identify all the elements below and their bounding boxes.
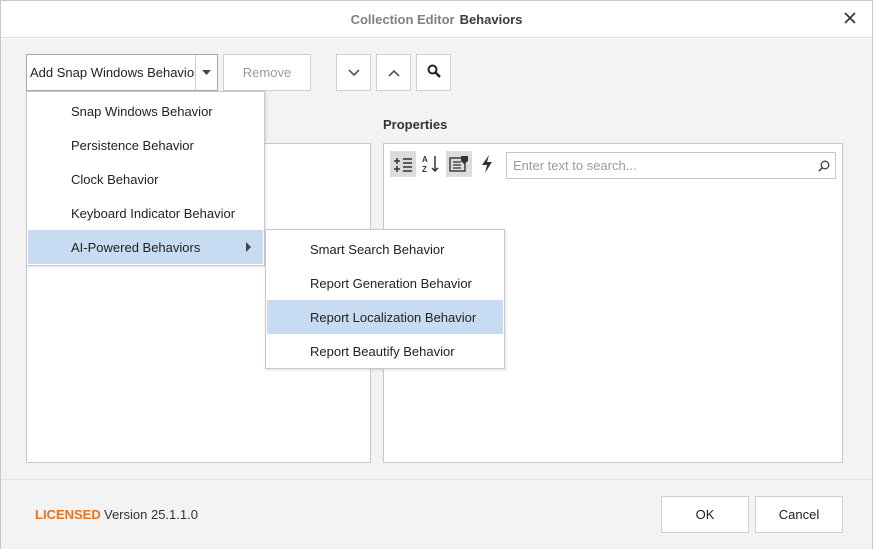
menu-item-snap-windows[interactable]: Snap Windows Behavior — [28, 94, 263, 128]
menu-item-label: Report Localization Behavior — [310, 309, 477, 325]
menu-item-persistence[interactable]: Persistence Behavior — [28, 128, 263, 162]
menu-item-label: AI-Powered Behaviors — [71, 239, 201, 255]
menu-item-label: Report Beautify Behavior — [310, 343, 455, 359]
alphabetical-icon[interactable]: A Z — [418, 151, 444, 177]
property-pages-icon[interactable] — [446, 151, 472, 177]
property-search-box[interactable] — [506, 152, 836, 179]
title-bar: Collection Editor Behaviors — [1, 1, 872, 38]
submenu-arrow-icon — [246, 242, 251, 252]
chevron-up-icon — [387, 65, 400, 80]
ai-powered-submenu: Smart Search Behavior Report Generation … — [265, 229, 505, 369]
licensed-badge: LICENSED — [35, 507, 101, 522]
menu-item-label: Report Generation Behavior — [310, 275, 472, 291]
svg-text:Z: Z — [422, 165, 427, 174]
menu-item-clock[interactable]: Clock Behavior — [28, 162, 263, 196]
search-icon — [813, 155, 835, 177]
chevron-down-icon — [347, 65, 360, 80]
categorized-icon[interactable] — [390, 151, 416, 177]
svg-text:A: A — [422, 155, 428, 164]
properties-label: Properties — [383, 117, 448, 132]
add-behavior-combo[interactable]: Add Snap Windows Behavior — [26, 54, 218, 91]
search-icon — [427, 64, 441, 81]
add-behavior-menu: Snap Windows Behavior Persistence Behavi… — [26, 91, 265, 266]
move-up-button[interactable] — [376, 54, 411, 91]
events-icon[interactable] — [474, 151, 500, 177]
menu-item-report-generation[interactable]: Report Generation Behavior — [267, 266, 503, 300]
cancel-button[interactable]: Cancel — [755, 496, 843, 533]
menu-item-smart-search[interactable]: Smart Search Behavior — [267, 232, 503, 266]
close-icon[interactable] — [842, 10, 858, 26]
add-behavior-combo-value: Add Snap Windows Behavior — [30, 65, 195, 80]
menu-item-label: Persistence Behavior — [71, 137, 194, 153]
menu-item-report-beautify[interactable]: Report Beautify Behavior — [267, 334, 503, 368]
version-label: Version 25.1.1.0 — [104, 507, 198, 522]
menu-item-label: Clock Behavior — [71, 171, 159, 187]
menu-item-ai-powered[interactable]: AI-Powered Behaviors — [28, 230, 263, 264]
remove-button[interactable]: Remove — [223, 54, 311, 91]
menu-item-label: Keyboard Indicator Behavior — [71, 205, 236, 221]
dropdown-arrow-icon[interactable] — [195, 55, 217, 90]
ok-button[interactable]: OK — [661, 496, 749, 533]
property-search-input[interactable] — [507, 158, 813, 173]
window-title: Behaviors — [459, 11, 523, 27]
collection-editor-window: Collection Editor Behaviors Add Snap Win… — [0, 0, 873, 549]
find-button[interactable] — [416, 54, 451, 91]
menu-item-label: Smart Search Behavior — [310, 241, 445, 257]
move-down-button[interactable] — [336, 54, 371, 91]
window-title-prefix: Collection Editor — [350, 11, 455, 27]
menu-item-keyboard-indicator[interactable]: Keyboard Indicator Behavior — [28, 196, 263, 230]
menu-item-label: Snap Windows Behavior — [71, 103, 213, 119]
menu-item-report-localization[interactable]: Report Localization Behavior — [267, 300, 503, 334]
